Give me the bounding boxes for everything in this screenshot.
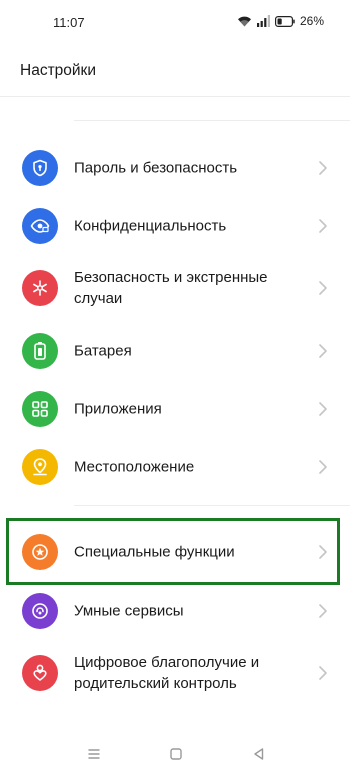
heart-person-icon xyxy=(22,655,58,691)
eye-lock-icon xyxy=(22,208,58,244)
settings-item-privacy[interactable]: Конфиденциальность xyxy=(0,201,350,251)
settings-item-label: Специальные функции xyxy=(74,543,235,561)
home-nav-icon[interactable] xyxy=(168,746,184,762)
settings-item-label: Пароль и безопасность xyxy=(74,159,238,177)
chevron-right-icon xyxy=(319,604,327,618)
section-divider xyxy=(74,505,350,506)
menu-nav-icon[interactable] xyxy=(86,746,102,762)
emergency-icon xyxy=(22,270,58,306)
chevron-right-icon xyxy=(319,219,327,233)
settings-item-digital-wellbeing[interactable]: Цифровое благополучие и родительский кон… xyxy=(0,648,350,698)
back-nav-icon[interactable] xyxy=(251,746,267,762)
battery-icon xyxy=(22,333,58,369)
location-pin-icon xyxy=(22,449,58,485)
settings-item-battery[interactable]: Батарея xyxy=(0,326,350,376)
status-bar: 11:07 26% xyxy=(0,0,350,44)
settings-item-label: Умные сервисы xyxy=(74,602,184,620)
settings-item-label: Конфиденциальность xyxy=(74,217,227,235)
settings-item-smart-services[interactable]: Умные сервисы xyxy=(0,586,350,636)
chevron-right-icon xyxy=(319,344,327,358)
navigation-bar xyxy=(0,726,350,778)
battery-status-icon xyxy=(274,15,295,27)
battery-percent: 26% xyxy=(299,14,324,28)
smart-services-icon xyxy=(22,593,58,629)
chevron-right-icon xyxy=(319,402,327,416)
settings-item-safety-emergency[interactable]: Безопасность и экстренные случаи xyxy=(0,263,350,313)
settings-screen: 11:07 26% Настройки Пароль и безопасност… xyxy=(0,0,350,778)
chevron-right-icon xyxy=(319,666,327,680)
settings-item-label: Местоположение xyxy=(74,458,195,476)
settings-item-apps[interactable]: Приложения xyxy=(0,384,350,434)
settings-item-label: Безопасность и экстренные случаи xyxy=(74,269,268,307)
chevron-right-icon xyxy=(319,281,327,295)
apps-grid-icon xyxy=(22,391,58,427)
settings-item-label: Приложения xyxy=(74,400,162,418)
chevron-right-icon xyxy=(319,161,327,175)
accessibility-star-icon xyxy=(22,534,58,570)
settings-item-password-security[interactable]: Пароль и безопасность xyxy=(0,143,350,193)
chevron-right-icon xyxy=(319,545,327,559)
section-divider xyxy=(74,120,350,121)
status-time: 11:07 xyxy=(53,15,85,30)
chevron-right-icon xyxy=(319,460,327,474)
settings-item-location[interactable]: Местоположение xyxy=(0,442,350,492)
shield-lock-icon xyxy=(22,150,58,186)
wifi-icon xyxy=(237,15,252,27)
header-divider xyxy=(0,96,350,97)
page-title: Настройки xyxy=(20,62,97,79)
settings-item-label: Цифровое благополучие и родительский кон… xyxy=(74,654,260,692)
signal-icon xyxy=(256,15,270,27)
settings-item-accessibility[interactable]: Специальные функции xyxy=(0,527,350,577)
status-icons: 26% xyxy=(237,14,324,28)
settings-item-label: Батарея xyxy=(74,342,132,360)
